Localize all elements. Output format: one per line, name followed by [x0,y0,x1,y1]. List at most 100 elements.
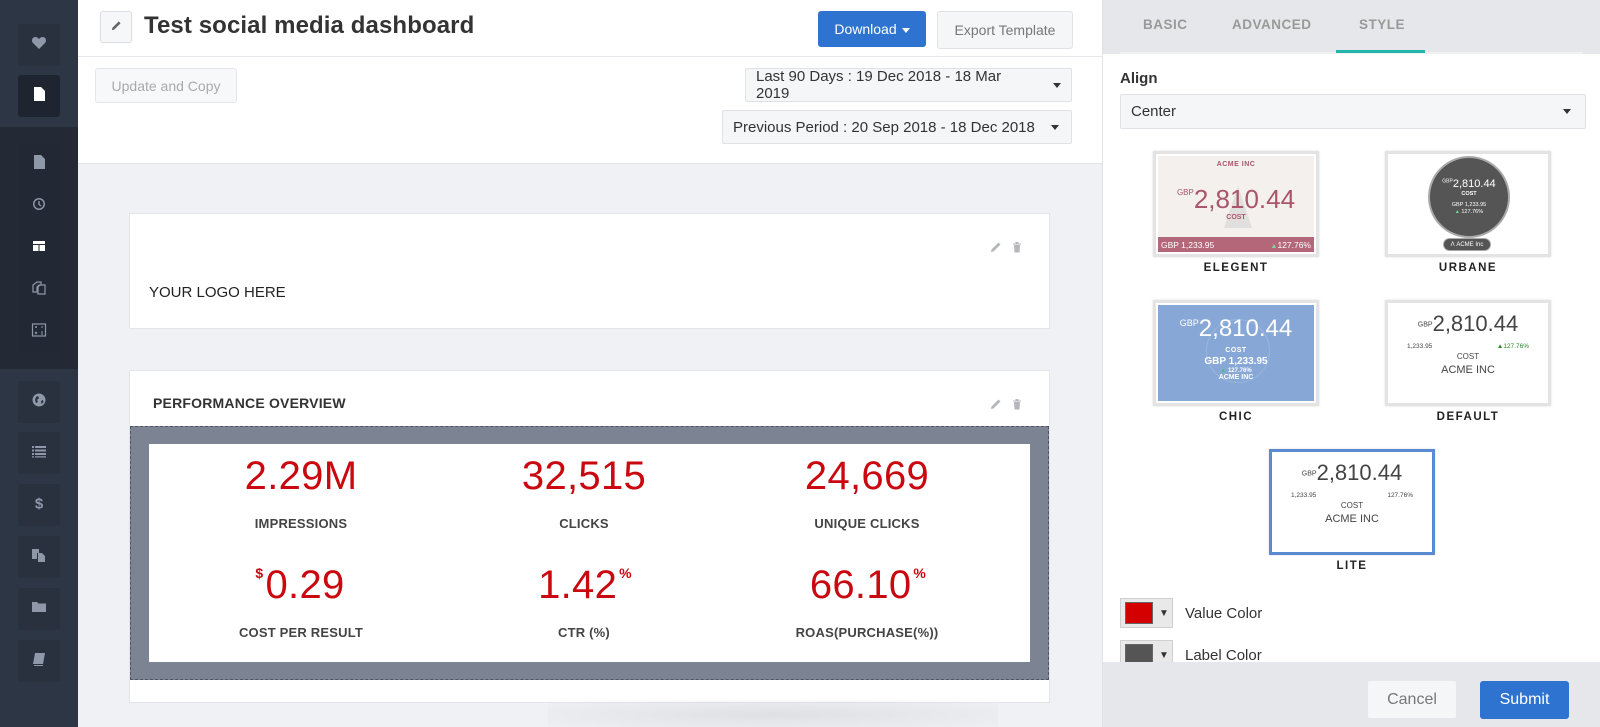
dollar-icon: $ [31,495,47,516]
sidebar-item-docs[interactable] [18,640,60,682]
submit-button[interactable]: Submit [1480,681,1569,719]
preview-previous: GBP 1,233.95 [1161,239,1215,250]
style-option-chic[interactable]: GBP2,810.44 COST GBP 1,233.95 ▲ 127.76% … [1153,300,1319,423]
logo-widget: YOUR LOGO HERE [129,213,1050,329]
copy-icon [31,280,47,301]
panel-footer: Cancel Submit [1103,662,1600,727]
preview-brand: ACME INC [1216,161,1256,168]
style-name: DEFAULT [1436,411,1500,423]
edit-title-button[interactable] [100,11,132,43]
list-icon [31,443,47,464]
preview-previous: 1,233.95 [1291,492,1317,499]
sidebar-item-reports[interactable] [18,75,60,117]
date-range-select[interactable]: Last 90 Days : 19 Dec 2018 - 18 Mar 2019 [745,68,1072,102]
style-option-elegent[interactable]: ACME INC GBP2,810.44 COST GBP 1,233.95 ▲… [1153,151,1319,274]
caret-down-icon [1053,82,1061,88]
active-tab-indicator [1336,50,1425,53]
widget-actions [990,398,1023,410]
main-content: Test social media dashboard Download Exp… [78,0,1102,727]
metric-suffix: % [619,565,632,581]
preview-brand: ACME INC [1325,513,1379,525]
style-preview: GBP2,810.44 COST GBP 1,233.95 ▲ 127.76% … [1153,300,1319,406]
preview-label: COST [1226,214,1246,221]
caret-down-icon [901,27,910,33]
sidebar-item-integrations[interactable] [18,381,60,423]
metric-prefix: $ [255,565,264,581]
metric-label: CTR (%) [558,625,610,640]
align-label: Align [1120,70,1158,87]
svg-text:$: $ [35,495,44,511]
sidebar-item-history[interactable] [18,185,60,227]
selected-widget-frame[interactable]: 2.29M IMPRESSIONS 32,515 CLICKS 24,669 U… [130,426,1049,680]
tab-style[interactable]: STYLE [1359,17,1405,32]
calculator-icon [31,322,47,343]
caret-down-icon [1563,109,1571,114]
preview-previous: GBP 1,233.95 [1451,202,1487,208]
compare-range-select[interactable]: Previous Period : 20 Sep 2018 - 18 Dec 2… [722,110,1072,144]
style-option-default[interactable]: GBP2,810.44 1,233.95 ▲127.76% COST ACME … [1385,300,1551,423]
cancel-button[interactable]: Cancel [1368,681,1456,718]
logo-placeholder: YOUR LOGO HERE [149,284,286,301]
sidebar-item-folders[interactable] [18,588,60,630]
align-select[interactable]: Center [1120,94,1586,129]
sidebar-item-duplicate[interactable] [18,536,60,578]
download-button[interactable]: Download [818,11,926,47]
sidebar-item-calculated[interactable] [18,311,60,353]
edit-widget-pencil-icon[interactable] [990,241,1002,253]
metric-label: ROAS(PURCHASE(%)) [795,625,939,640]
value-color-row: ▼ Value Color [1120,598,1262,628]
style-name: CHIC [1218,411,1254,423]
heart-icon [31,35,47,56]
style-name: LITE [1336,560,1368,572]
panel-shadow [548,700,998,727]
sidebar-item-billing[interactable]: $ [18,484,60,526]
metric-ctr: 1.42% CTR (%) [439,565,729,640]
style-option-lite[interactable]: GBP2,810.44 1,233.95 127.76% COST ACME I… [1269,449,1435,572]
export-template-button[interactable]: Export Template [937,11,1073,49]
preview-circle: GBP2,810.44 COST GBP 1,233.95 ▲ 127.76% [1428,156,1510,238]
metric-value: 66.10 [809,563,912,607]
label-color-label: Label Color [1185,646,1262,664]
value-color-picker[interactable]: ▼ [1120,598,1173,628]
tab-basic[interactable]: BASIC [1143,17,1188,32]
style-preview: GBP2,810.44 1,233.95 ▲127.76% COST ACME … [1385,300,1551,406]
metric-roas: 66.10% ROAS(PURCHASE(%)) [722,565,1012,640]
align-value: Center [1131,103,1177,120]
metric-value: 32,515 [521,454,647,498]
widget-settings-panel: BASIC ADVANCED STYLE Align Center ACME I… [1102,0,1600,727]
sidebar-item-favorites[interactable] [18,24,60,66]
sidebar-item-list[interactable] [18,432,60,474]
preview-brand: ACME INC [1441,364,1495,376]
preview-previous: 1,233.95 [1407,343,1433,350]
tab-advanced[interactable]: ADVANCED [1232,17,1312,32]
preview-compare-row: 1,233.95 127.76% [1274,492,1430,499]
sidebar-item-templates[interactable] [18,269,60,311]
book-icon [31,651,47,672]
duplicate-icon [31,547,47,568]
sidebar-item-layout[interactable] [18,227,60,269]
pencil-icon [111,18,122,36]
metric-value: 2.29M [244,454,358,498]
metric-value: 0.29 [265,563,345,607]
sidebar-item-files[interactable] [18,143,60,185]
value-color-label: Value Color [1185,604,1263,622]
widget-actions [990,241,1023,253]
toolbar: Update and Copy Last 90 Days : 19 Dec 20… [78,57,1102,164]
page-title: Test social media dashboard [144,12,475,39]
header-bar: Test social media dashboard Download Exp… [78,0,1102,57]
delete-widget-trash-icon[interactable] [1011,241,1023,253]
metric-value: 24,669 [804,454,930,498]
sidebar: $ [0,0,78,727]
preview-compare-row: 1,233.95 ▲127.76% [1390,343,1546,350]
metric-label: UNIQUE CLICKS [814,516,920,531]
style-name: URBANE [1438,262,1498,274]
edit-widget-pencil-icon[interactable] [990,398,1002,410]
logo-watermark-icon [1206,319,1270,383]
clock-icon [31,196,47,217]
preview-footer: GBP 1,233.95 ▲127.76% [1158,237,1314,252]
metric-impressions: 2.29M IMPRESSIONS [156,456,446,531]
style-option-urbane[interactable]: GBP2,810.44 COST GBP 1,233.95 ▲ 127.76% … [1385,151,1551,274]
delete-widget-trash-icon[interactable] [1011,398,1023,410]
metric-suffix: % [913,565,927,581]
update-and-copy-button[interactable]: Update and Copy [95,68,237,103]
